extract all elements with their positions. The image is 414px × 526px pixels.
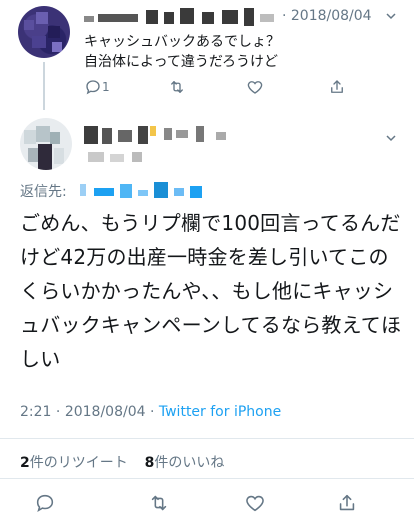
parent-tweet-line-1: キャッシュバックあるでしょ？ — [84, 34, 280, 50]
parent-tweet-header: · 2018/08/04 — [84, 8, 406, 28]
thread-line — [43, 62, 45, 110]
main-tweet-actions — [0, 488, 414, 518]
main-tweet-text: ごめん、もうリプ欄で100回言ってるんだけど42万の出産一時金を差し引いてこのく… — [20, 211, 402, 371]
retweet-icon — [151, 495, 167, 511]
retweet-count: 2 — [20, 455, 30, 471]
divider — [0, 438, 414, 439]
tweet-time[interactable]: 2:21 — [20, 404, 51, 420]
retweet-button[interactable] — [148, 492, 170, 514]
main-display-name-redacted[interactable] — [84, 120, 334, 170]
reply-to-label: 返信先: — [20, 184, 67, 200]
share-icon — [339, 494, 355, 511]
main-avatar[interactable] — [20, 118, 72, 170]
reply-to-line: 返信先: — [20, 180, 400, 202]
meta-separator: · — [55, 404, 61, 420]
heart-icon — [246, 495, 264, 512]
parent-retweet-button[interactable] — [168, 78, 186, 96]
parent-tweet-line-2: 自治体によって違うだろうけど — [84, 54, 279, 70]
reply-button[interactable] — [34, 492, 56, 514]
parent-share-button[interactable] — [328, 78, 346, 96]
parent-tweet-date[interactable]: · 2018/08/04 — [282, 8, 372, 24]
parent-reply-button[interactable]: 1 — [84, 78, 110, 96]
parent-like-button[interactable] — [246, 78, 264, 96]
reply-icon — [86, 80, 100, 95]
share-icon — [331, 80, 343, 93]
like-label: 件のいいね — [154, 455, 225, 471]
tweet-date[interactable]: 2018/08/04 — [65, 404, 146, 420]
reply-icon — [36, 494, 54, 512]
tweet-stats: 2件のリツイート 8件のいいね — [20, 452, 224, 472]
parent-tweet-text: キャッシュバックあるでしょ？ 自治体によって違うだろうけど — [84, 32, 394, 72]
heart-icon — [247, 81, 263, 94]
like-button[interactable] — [244, 492, 266, 514]
parent-avatar[interactable] — [18, 6, 70, 58]
share-button[interactable] — [336, 492, 358, 514]
retweet-icon — [171, 81, 183, 93]
like-count: 8 — [144, 455, 155, 471]
parent-reply-count: 1 — [102, 80, 110, 94]
tweet-source-link[interactable]: Twitter for iPhone — [159, 404, 281, 420]
retweet-label: 件のリツイート — [29, 455, 128, 471]
meta-separator: · — [149, 404, 155, 420]
parent-tweet-actions: 1 — [84, 78, 394, 100]
tweet-meta: 2:21 · 2018/08/04 · Twitter for iPhone — [20, 404, 281, 420]
parent-more-chevron-down-icon[interactable] — [385, 10, 397, 22]
like-stat[interactable]: 8件のいいね — [145, 455, 225, 471]
retweet-stat[interactable]: 2件のリツイート — [20, 455, 128, 471]
main-more-chevron-down-icon[interactable] — [385, 132, 397, 144]
divider — [0, 478, 414, 479]
